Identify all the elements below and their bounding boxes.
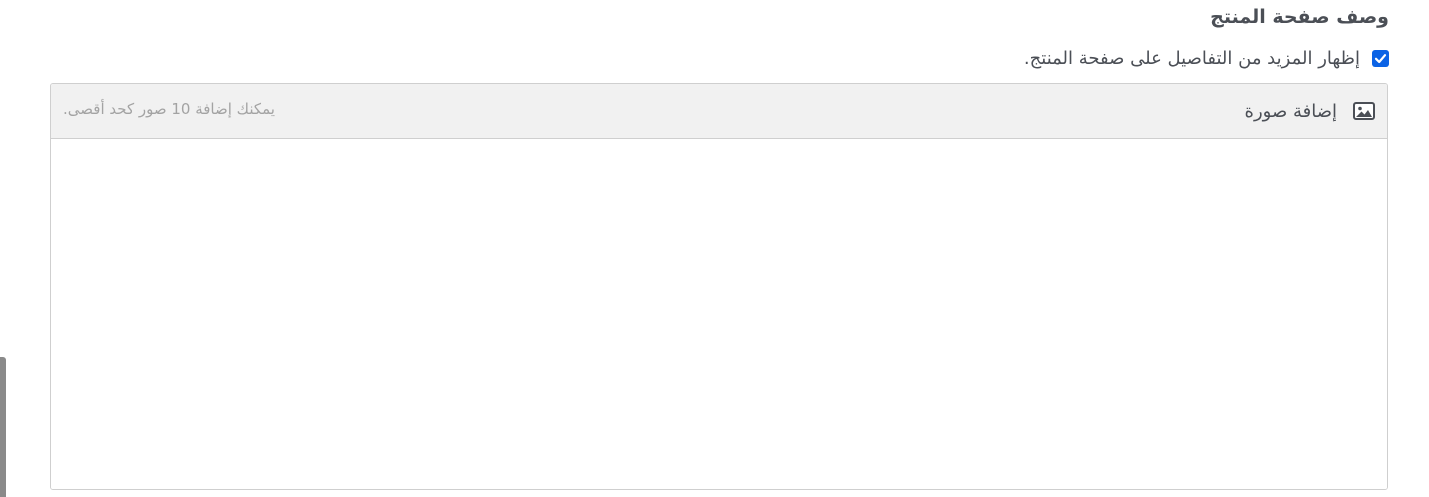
show-more-details-checkbox[interactable]	[1372, 49, 1389, 67]
product-description-page: وصف صفحة المنتج إظهار المزيد من التفاصيل…	[0, 0, 1429, 497]
image-limit-hint: يمكنك إضافة 10 صور كحد أقصى.	[63, 100, 275, 118]
add-image-button[interactable]: إضافة صورة	[1245, 84, 1375, 138]
description-editor: إضافة صورة يمكنك إضافة 10 صور كحد أقصى.	[50, 83, 1388, 490]
side-tab-handle[interactable]	[0, 357, 6, 497]
show-more-details-option[interactable]: إظهار المزيد من التفاصيل على صفحة المنتج…	[1024, 44, 1389, 72]
image-icon	[1353, 102, 1375, 120]
section-title: وصف صفحة المنتج	[1210, 6, 1389, 28]
checkmark-icon	[1374, 53, 1387, 63]
editor-text-area[interactable]	[51, 139, 1387, 489]
editor-toolbar: إضافة صورة يمكنك إضافة 10 صور كحد أقصى.	[51, 84, 1387, 139]
add-image-label[interactable]: إضافة صورة	[1245, 101, 1337, 122]
show-more-details-label[interactable]: إظهار المزيد من التفاصيل على صفحة المنتج…	[1024, 48, 1360, 69]
